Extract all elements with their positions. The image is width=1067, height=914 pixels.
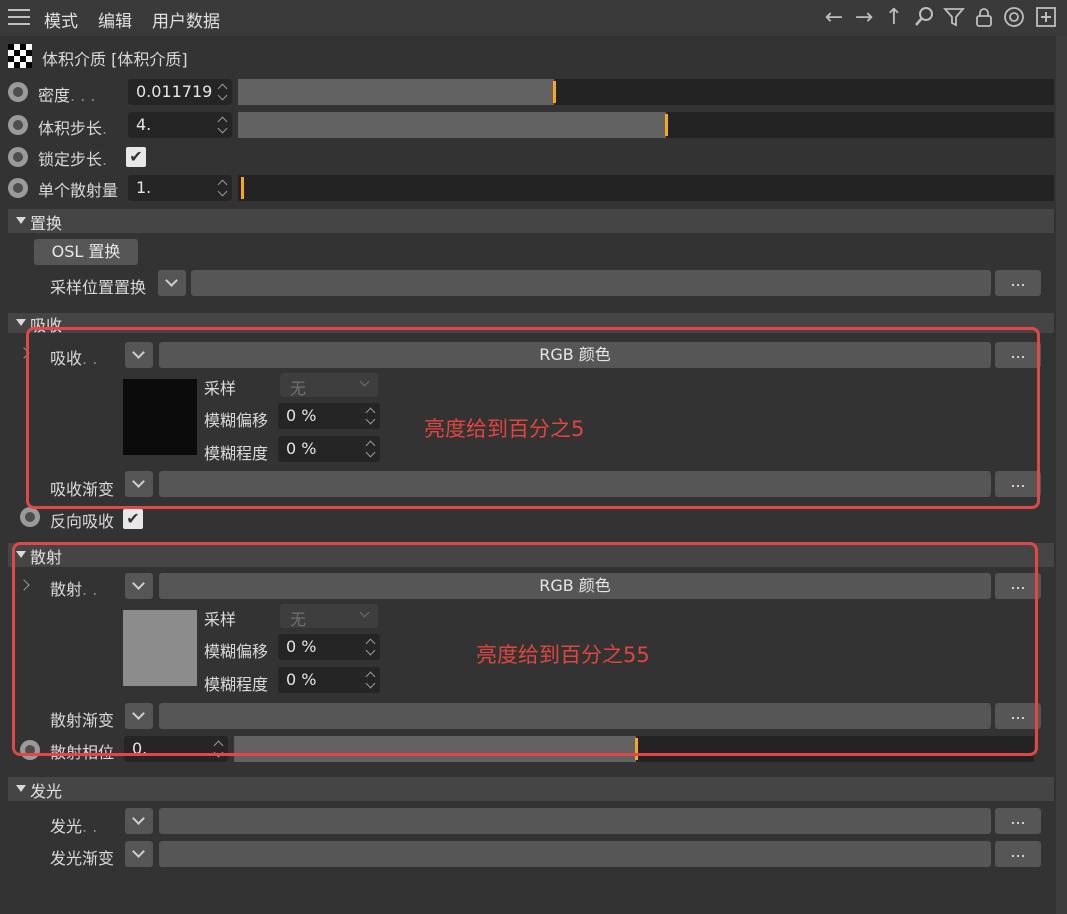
- search-icon[interactable]: [912, 6, 936, 30]
- density-slider[interactable]: [238, 79, 1054, 105]
- osl-displacement-button[interactable]: OSL 置换: [34, 239, 138, 265]
- scrollbar[interactable]: [1056, 36, 1067, 914]
- emission-gradient-label: 发光渐变: [50, 849, 115, 868]
- emission-gradient-dropdown[interactable]: [125, 841, 153, 867]
- checker-material-icon: [8, 44, 32, 68]
- emission-label: 发光. .: [50, 817, 98, 836]
- step-slider[interactable]: [238, 112, 1054, 138]
- step-input[interactable]: 4.: [128, 112, 232, 138]
- arrow-up-icon[interactable]: ↑: [882, 6, 906, 30]
- single-scatter-animate-radio[interactable]: [8, 178, 28, 198]
- page-title: 体积介质 [体积介质]: [42, 50, 188, 69]
- invert-absorption-label: 反向吸收: [50, 512, 115, 531]
- section-emission[interactable]: 发光: [8, 777, 1054, 801]
- arrow-left-icon[interactable]: ←: [822, 6, 846, 30]
- lock-step-animate-radio[interactable]: [8, 147, 28, 167]
- hamburger-menu-icon[interactable]: [8, 9, 30, 27]
- menu-mode[interactable]: 模式: [44, 7, 78, 32]
- single-scatter-label: 单个散射量: [38, 181, 119, 200]
- lock-step-label: 锁定步长.: [38, 150, 108, 169]
- add-icon[interactable]: [1034, 6, 1058, 30]
- emission-gradient-more-button[interactable]: ...: [995, 841, 1041, 867]
- filter-icon[interactable]: [942, 6, 966, 30]
- section-displacement[interactable]: 置换: [8, 209, 1054, 233]
- invert-absorption-animate-radio[interactable]: [20, 507, 40, 527]
- sample-position-more-button[interactable]: ...: [995, 270, 1041, 296]
- emission-shader-slot[interactable]: [159, 808, 991, 834]
- density-label: 密度. . .: [38, 86, 96, 105]
- single-scatter-slider[interactable]: [238, 175, 1054, 201]
- sample-position-shader-slot[interactable]: [191, 270, 991, 296]
- scattering-annotation-text: 亮度给到百分之55: [476, 643, 650, 667]
- absorption-annotation-text: 亮度给到百分之5: [424, 417, 585, 441]
- target-icon[interactable]: [1002, 6, 1026, 30]
- lock-icon[interactable]: [972, 6, 996, 30]
- density-input[interactable]: 0.011719: [128, 79, 232, 105]
- sample-position-displacement-label: 采样位置置换: [50, 278, 147, 297]
- invert-absorption-checkbox[interactable]: ✔: [123, 509, 143, 529]
- lock-step-checkbox[interactable]: ✔: [126, 147, 146, 167]
- emission-gradient-slot[interactable]: [159, 841, 991, 867]
- step-animate-radio[interactable]: [8, 115, 28, 135]
- menu-user-data[interactable]: 用户数据: [152, 7, 220, 32]
- step-label: 体积步长.: [38, 119, 108, 138]
- sample-position-dropdown[interactable]: [158, 270, 186, 296]
- density-animate-radio[interactable]: [8, 82, 28, 102]
- menu-edit[interactable]: 编辑: [98, 7, 132, 32]
- arrow-right-icon[interactable]: →: [852, 6, 876, 30]
- emission-dropdown[interactable]: [125, 808, 153, 834]
- emission-more-button[interactable]: ...: [995, 808, 1041, 834]
- single-scatter-input[interactable]: 1.: [128, 175, 232, 201]
